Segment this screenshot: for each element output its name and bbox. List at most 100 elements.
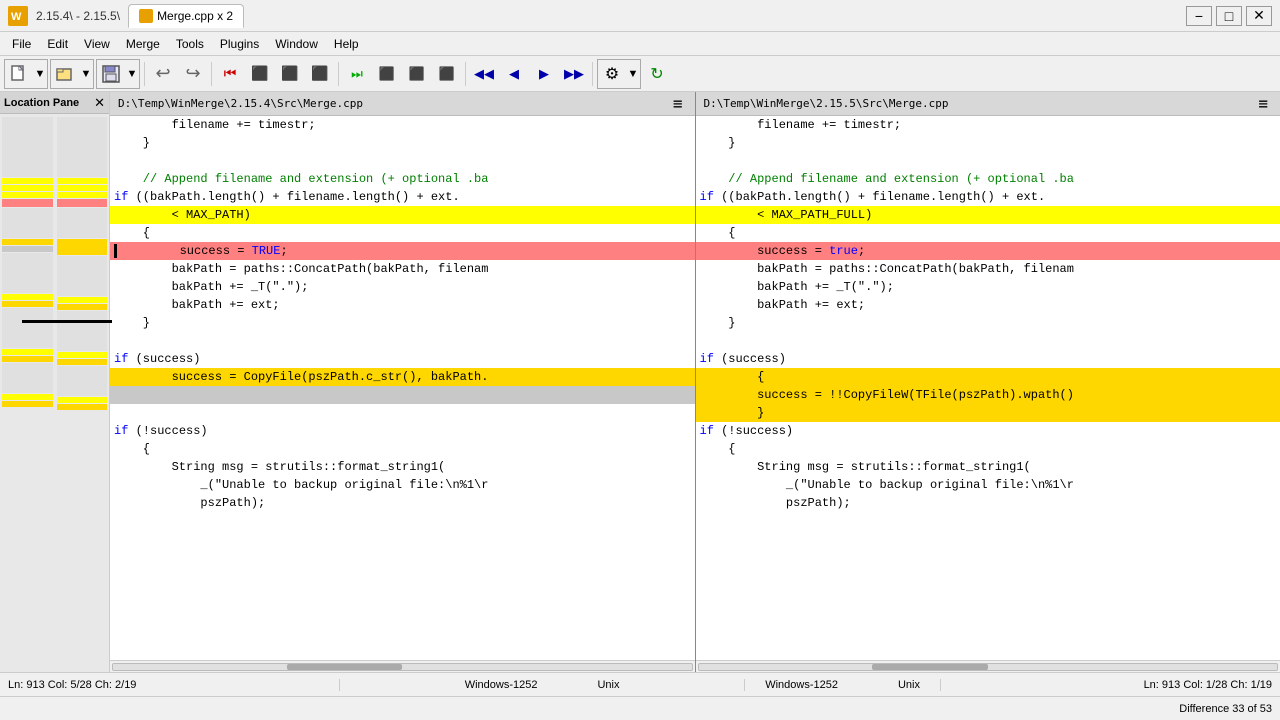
left-scrollbar[interactable]	[110, 660, 695, 672]
nav-btn1[interactable]: ⏭	[343, 60, 371, 88]
code-line	[696, 152, 1280, 170]
code-line: bakPath += _T(".");	[110, 278, 695, 296]
code-line: filename += timestr;	[110, 116, 695, 134]
app-icon: W	[8, 6, 28, 26]
left-status-position: Ln: 913 Col: 5/28 Ch: 2/19	[8, 679, 136, 691]
menu-file[interactable]: File	[4, 35, 39, 53]
code-line	[110, 332, 695, 350]
loc-left-col	[0, 114, 55, 672]
code-line: _("Unable to backup original file:\n%1\r	[696, 476, 1280, 494]
loc-right-col	[55, 114, 110, 672]
statusbar-right-mid: Windows-1252 Unix	[744, 679, 940, 691]
right-scrollbar[interactable]	[696, 660, 1280, 672]
nav-prev[interactable]: ◀	[500, 60, 528, 88]
code-line: // Append filename and extension (+ opti…	[696, 170, 1280, 188]
loc-bar-yellow2	[2, 185, 53, 191]
left-scrollbar-thumb[interactable]	[287, 664, 403, 670]
location-pane-content	[0, 114, 109, 672]
loc-bar-r-y6	[57, 397, 108, 403]
right-scrollbar-track[interactable]	[698, 663, 1279, 671]
code-line	[110, 152, 695, 170]
open-button[interactable]	[51, 60, 79, 88]
new-button[interactable]	[5, 60, 33, 88]
toolbar-open-group: ▼	[50, 59, 94, 89]
nav-btn2[interactable]: ⬛	[373, 60, 401, 88]
first-diff-left[interactable]: ⏮	[216, 60, 244, 88]
loc-bar-gold3	[2, 356, 53, 362]
nav-btn4[interactable]: ⬛	[433, 60, 461, 88]
tab-icon	[139, 9, 153, 23]
nav-btn3[interactable]: ⬛	[403, 60, 431, 88]
code-line-gold: }	[696, 404, 1280, 422]
right-editor-path: D:\Temp\WinMerge\2.15.5\Src\Merge.cpp	[704, 97, 1255, 110]
left-editor-menu[interactable]: ≡	[669, 94, 687, 113]
left-editor-content[interactable]: filename += timestr; } // Append filenam…	[110, 116, 695, 660]
right-editor-content[interactable]: filename += timestr; } // Append filenam…	[696, 116, 1280, 660]
title-version: 2.15.4\ - 2.15.5\	[36, 9, 120, 23]
loc-bar	[2, 117, 53, 177]
left-encoding: Windows-1252	[465, 679, 538, 691]
code-line: if (!success)	[696, 422, 1280, 440]
code-line: pszPath);	[110, 494, 695, 512]
redo-button[interactable]: ↪	[179, 60, 207, 88]
minimize-button[interactable]: −	[1186, 6, 1212, 26]
toolbar-sep5	[592, 62, 593, 86]
location-indicator	[22, 320, 109, 323]
code-line: String msg = strutils::format_string1(	[110, 458, 695, 476]
options-button[interactable]: ⚙	[598, 60, 626, 88]
toolbar: ▼ ▼ ▼ ↩ ↪ ⏮ ⬛ ⬛ ⬛ ⏭ ⬛ ⬛ ⬛ ◀◀ ◀ ▶ ▶▶ ⚙ ▼ …	[0, 56, 1280, 92]
copy-left[interactable]: ⬛	[246, 60, 274, 88]
save-button[interactable]	[97, 60, 125, 88]
loc-bar-gold2	[2, 301, 53, 307]
menu-plugins[interactable]: Plugins	[212, 35, 267, 53]
right-editor-menu[interactable]: ≡	[1254, 94, 1272, 113]
left-scrollbar-track[interactable]	[112, 663, 693, 671]
menu-edit[interactable]: Edit	[39, 35, 76, 53]
loc-bar-r-g4	[57, 366, 108, 396]
loc-bar-r-gold2	[57, 304, 108, 310]
maximize-button[interactable]: □	[1216, 6, 1242, 26]
refresh-button[interactable]: ↻	[643, 60, 671, 88]
copy-right[interactable]: ⬛	[276, 60, 304, 88]
left-editor-pane: D:\Temp\WinMerge\2.15.4\Src\Merge.cpp ≡ …	[110, 92, 696, 672]
right-scrollbar-thumb[interactable]	[872, 664, 988, 670]
nav-prev-diff[interactable]: ◀◀	[470, 60, 498, 88]
active-tab[interactable]: Merge.cpp x 2	[128, 4, 244, 28]
nav-next-diff[interactable]: ▶▶	[560, 60, 588, 88]
toolbar-new-group: ▼	[4, 59, 48, 89]
right-eol: Unix	[898, 679, 920, 691]
right-editor-header: D:\Temp\WinMerge\2.15.5\Src\Merge.cpp ≡	[696, 92, 1280, 116]
nav-next[interactable]: ▶	[530, 60, 558, 88]
toolbar-sep3	[338, 62, 339, 86]
menu-merge[interactable]: Merge	[118, 35, 168, 53]
code-line: bakPath += _T(".");	[696, 278, 1280, 296]
location-pane-close[interactable]: ✕	[94, 96, 105, 109]
loc-bar-r-gold3	[57, 359, 108, 365]
save-dropdown[interactable]: ▼	[125, 60, 139, 88]
left-editor-path: D:\Temp\WinMerge\2.15.4\Src\Merge.cpp	[118, 97, 669, 110]
new-dropdown[interactable]: ▼	[33, 60, 47, 88]
toolbar-sep4	[465, 62, 466, 86]
location-pane-header: Location Pane ✕	[0, 92, 109, 114]
code-line: if ((bakPath.length() + filename.length(…	[110, 188, 695, 206]
loc-bar-r-y5	[57, 352, 108, 358]
first-diff[interactable]: ⬛	[306, 60, 334, 88]
menu-view[interactable]: View	[76, 35, 118, 53]
titlebar-left: W 2.15.4\ - 2.15.5\ Merge.cpp x 2	[8, 4, 244, 28]
menu-help[interactable]: Help	[326, 35, 367, 53]
right-encoding: Windows-1252	[765, 679, 838, 691]
open-dropdown[interactable]: ▼	[79, 60, 93, 88]
options-dropdown[interactable]: ▼	[626, 60, 640, 88]
undo-button[interactable]: ↩	[149, 60, 177, 88]
right-status-position: Ln: 913 Col: 1/28 Ch: 1/19	[1144, 679, 1272, 691]
loc-bar-r-gold4	[57, 404, 108, 410]
code-line: {	[696, 224, 1280, 242]
close-button[interactable]: ✕	[1246, 6, 1272, 26]
menu-window[interactable]: Window	[267, 35, 326, 53]
statusbar-left-section: Ln: 913 Col: 5/28 Ch: 2/19	[0, 679, 340, 691]
loc-bar-r-y4	[57, 297, 108, 303]
menu-tools[interactable]: Tools	[168, 35, 212, 53]
code-line: }	[110, 134, 695, 152]
statusbar-right-section: Ln: 913 Col: 1/28 Ch: 1/19	[940, 679, 1280, 691]
loc-bar-yellow1	[2, 178, 53, 184]
